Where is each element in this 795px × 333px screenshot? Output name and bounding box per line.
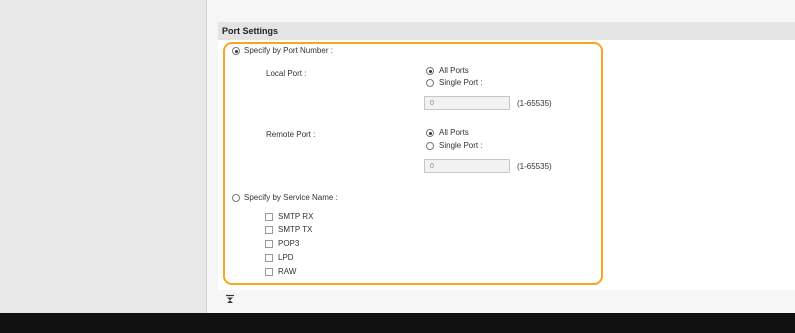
remote-port-all-ports-radio[interactable] xyxy=(426,129,434,137)
remote-port-label: Remote Port : xyxy=(266,130,316,139)
local-port-all-ports-label: All Ports xyxy=(439,66,469,75)
local-port-number-input[interactable] xyxy=(424,96,510,110)
service-smtp-tx-label: SMTP TX xyxy=(278,225,313,234)
specify-by-service-name-radio[interactable] xyxy=(232,194,240,202)
remote-port-all-ports-label: All Ports xyxy=(439,128,469,137)
remote-port-range-label: (1-65535) xyxy=(517,162,552,171)
local-port-single-port-label: Single Port : xyxy=(439,78,483,87)
service-pop3-label: POP3 xyxy=(278,239,300,248)
local-port-range-label: (1-65535) xyxy=(517,99,552,108)
sidebar xyxy=(0,0,207,313)
specify-by-port-number-radio[interactable] xyxy=(232,47,240,55)
service-pop3-checkbox[interactable] xyxy=(265,240,273,248)
section-header-port-settings: Port Settings xyxy=(218,22,795,40)
section-title: Port Settings xyxy=(222,26,279,36)
footer-bar xyxy=(0,313,795,333)
local-port-all-ports-radio[interactable] xyxy=(426,67,434,75)
service-raw-label: RAW xyxy=(278,267,297,276)
local-port-single-port-radio[interactable] xyxy=(426,79,434,87)
local-port-label: Local Port : xyxy=(266,69,307,78)
specify-by-service-name-label: Specify by Service Name : xyxy=(244,193,338,202)
remote-port-single-port-label: Single Port : xyxy=(439,141,483,150)
jump-to-top-icon[interactable] xyxy=(225,294,235,304)
specify-by-port-number-label: Specify by Port Number : xyxy=(244,46,333,55)
service-smtp-rx-checkbox[interactable] xyxy=(265,213,273,221)
remote-port-number-input[interactable] xyxy=(424,159,510,173)
service-smtp-rx-label: SMTP RX xyxy=(278,212,314,221)
service-raw-checkbox[interactable] xyxy=(265,268,273,276)
service-lpd-label: LPD xyxy=(278,253,294,262)
remote-port-single-port-radio[interactable] xyxy=(426,142,434,150)
service-smtp-tx-checkbox[interactable] xyxy=(265,226,273,234)
service-lpd-checkbox[interactable] xyxy=(265,254,273,262)
